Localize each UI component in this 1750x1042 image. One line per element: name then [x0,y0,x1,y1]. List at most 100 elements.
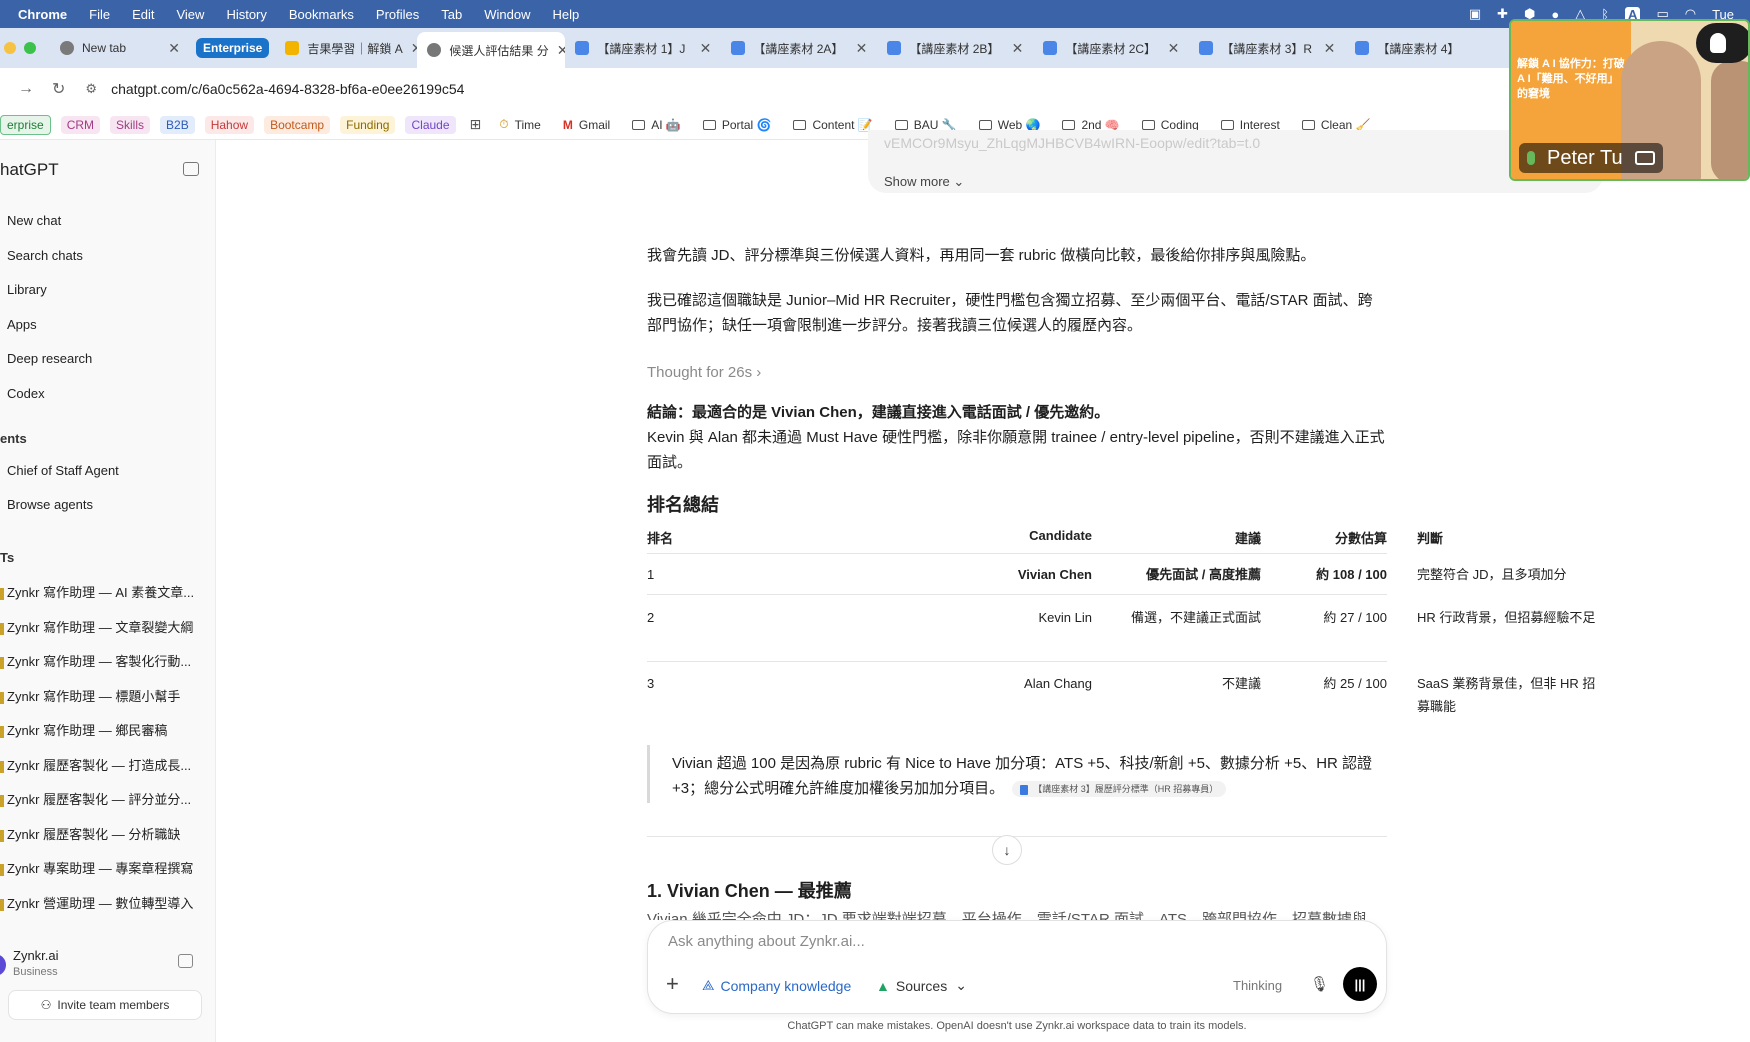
menu-view[interactable]: View [176,7,204,22]
add-attachment-icon[interactable]: + [666,971,679,997]
sidebar-item-chief-of-staff-agent[interactable]: Chief of Staff Agent [7,463,119,478]
menu-window[interactable]: Window [484,7,530,22]
microphone-icon[interactable]: 🎙 [1310,975,1329,993]
bookmark-group-b2b[interactable]: B2B [160,115,195,134]
window-controls [0,42,36,54]
show-more-button[interactable]: Show more ⌄ [884,174,964,190]
close-tab-icon[interactable]: ✕ [403,40,418,57]
tab-title: 候選人評估結果 分 [449,43,549,58]
menu-help[interactable]: Help [553,7,580,22]
bookmark-folder-portal[interactable]: Portal 🌀 [702,118,771,132]
sidebar-item-codex[interactable]: Codex [7,386,45,401]
sources-dropdown[interactable]: ▲ Sources ⌄ [876,977,967,994]
sidebar-toggle-icon[interactable] [183,162,199,176]
call-controls[interactable] [1696,23,1748,63]
sidebar-item-library[interactable]: Library [7,282,47,297]
tab-item-active[interactable]: 候選人評估結果 分 ✕ [417,32,566,68]
bookmark-group-skills[interactable]: Skills [110,115,151,134]
menu-history[interactable]: History [226,7,266,22]
folder-icon [1220,119,1234,130]
sidebar-item-browse-agents[interactable]: Browse agents [7,497,93,512]
close-tab-icon[interactable]: ✕ [848,40,868,57]
bookmark-group-funding[interactable]: Funding [340,115,396,134]
sidebar-item-search-chats[interactable]: Search chats [7,248,83,263]
gmail-icon: M [562,117,573,132]
bookmark-group-bootcamp[interactable]: Bootcamp [264,115,331,134]
bookmark-group-crm[interactable]: CRM [60,115,101,134]
sidebar-gpt-item[interactable]: Zynkr 營運助理 — 數位轉型導入 [0,893,210,912]
tab-item[interactable]: 吉果學習｜解鎖 A ✕ [275,32,417,64]
docs-icon [731,41,746,55]
workspace-icon[interactable] [178,954,193,968]
sidebar-item-apps[interactable]: Apps [7,317,37,332]
url-field[interactable]: ⚙ chatgpt.com/c/6a0c562a-4694-8328-bf6a-… [85,81,464,97]
table-header-score: 分數估算 [1334,531,1387,546]
puzzle-icon[interactable]: ✚ [1497,6,1508,22]
video-call-overlay[interactable]: 解鎖 A I 協作力：打破 A I「難用、不好用」的窘境 Peter Tu [1509,19,1750,181]
composer-input-placeholder[interactable]: Ask anything about Zynkr.ai... [668,933,865,950]
forward-arrow-icon[interactable]: → [18,80,34,98]
sidebar-gpt-item[interactable]: Zynkr 寫作助理 — 文章裂變大綱 [0,617,210,636]
minimize-window-icon[interactable] [4,42,16,54]
openai-icon [427,43,442,57]
close-tab-icon[interactable]: ✕ [1316,40,1336,57]
tab-group-enterprise[interactable]: Enterprise [196,38,270,58]
sidebar-gpt-item[interactable]: Zynkr 寫作助理 — AI 素養文章... [0,582,210,601]
bookmark-folder-content[interactable]: Content 📝 [793,118,873,132]
site-settings-icon[interactable]: ⚙ [85,81,97,97]
bookmark-group-hahow[interactable]: Hahow [204,115,255,134]
app-menu-chrome[interactable]: Chrome [18,7,67,22]
screen-share-icon[interactable]: ▣ [1469,6,1481,22]
menu-bookmarks[interactable]: Bookmarks [289,7,354,22]
bookmark-folder-ai[interactable]: AI 🤖 [632,118,681,132]
message-composer[interactable]: Ask anything about Zynkr.ai... + ⟁ Compa… [647,920,1387,1014]
scroll-to-bottom-button[interactable]: ↓ [992,835,1022,865]
voice-mode-button[interactable]: ||| [1343,967,1377,1001]
menu-file[interactable]: File [89,7,110,22]
tab-new-tab[interactable]: New tab ✕ [50,32,190,64]
sidebar-app-title[interactable]: hatGPT [0,160,59,180]
bookmark-group-enterprise[interactable]: erprise [0,114,51,135]
tab-item[interactable]: 【講座素材 3】R ✕ [1189,32,1345,64]
tab-item[interactable]: 【講座素材 2C】 ✕ [1033,32,1189,64]
close-tab-icon[interactable]: ✕ [549,42,566,59]
citation-chip[interactable]: 【講座素材 3】履歷評分標準（HR 招募專員） [1012,781,1227,798]
sidebar-item-deep-research[interactable]: Deep research [7,351,92,366]
bookmark-label: Gmail [578,117,611,132]
sidebar-gpt-item[interactable]: Zynkr 寫作助理 — 客製化行動... [0,651,210,670]
menu-edit[interactable]: Edit [132,7,154,22]
bookmark-group-claude[interactable]: Claude [405,115,456,134]
sidebar-gpt-item[interactable]: Zynkr 專案助理 — 專案章程撰寫 [0,858,210,877]
thinking-mode-selector[interactable]: Thinking [1233,978,1282,993]
tab-item[interactable]: 【講座素材 1】J ✕ [565,32,721,64]
chevron-down-icon: ⌄ [953,174,965,189]
sidebar-gpt-item[interactable]: Zynkr 履歷客製化 — 分析職缺 [0,824,210,843]
bookmark-time[interactable]: ⏱ Time [499,117,541,132]
sidebar-gpt-item[interactable]: Zynkr 履歷客製化 — 打造成長... [0,755,210,774]
sidebar-gpt-item[interactable]: Zynkr 寫作助理 — 標題小幫手 [0,686,210,705]
reload-icon[interactable]: ↻ [52,79,65,99]
folder-icon [702,119,716,130]
close-tab-icon[interactable]: ✕ [160,40,180,57]
close-tab-icon[interactable]: ✕ [1160,40,1180,57]
menu-tab[interactable]: Tab [441,7,462,22]
mic-active-icon [1527,151,1535,165]
close-tab-icon[interactable]: ✕ [692,40,712,57]
cell-judgement: HR 行政背景，但招募經驗不足 [1417,610,1596,625]
invite-team-members-button[interactable]: ⚇ Invite team members [8,990,202,1020]
bookmark-gmail[interactable]: M Gmail [563,118,610,132]
close-tab-icon[interactable]: ✕ [1004,40,1024,57]
previous-message-link[interactable]: vEMCOr9Msyu_ZhLqgMJHBCVB4wIRN-Eoopw/edit… [884,135,1260,151]
apps-grid-icon[interactable]: ⊞ [470,116,482,133]
sidebar-gpt-item[interactable]: Zynkr 寫作助理 — 鄉民審稿 [0,720,210,739]
zoom-window-icon[interactable] [24,42,36,54]
sidebar-gpt-item[interactable]: Zynkr 履歷客製化 — 評分並分... [0,789,210,808]
sidebar-user-profile[interactable]: Zynkr.ai Business [0,942,216,992]
company-knowledge-button[interactable]: ⟁ Company knowledge [702,977,851,994]
tab-item[interactable]: 【講座素材 2B】 ✕ [877,32,1033,64]
sidebar-item-new-chat[interactable]: New chat [7,213,61,228]
menu-profiles[interactable]: Profiles [376,7,419,22]
tab-item[interactable]: 【講座素材 4】 [1345,32,1465,64]
tab-item[interactable]: 【講座素材 2A】 ✕ [721,32,877,64]
thought-duration-toggle[interactable]: Thought for 26s › [647,364,761,381]
